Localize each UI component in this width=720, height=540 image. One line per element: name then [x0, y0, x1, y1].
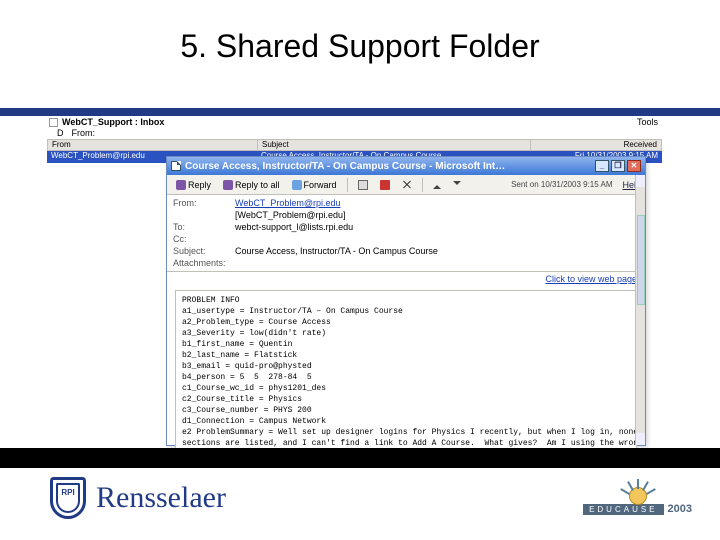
- forward-icon: [292, 180, 302, 190]
- reply-all-label: Reply to all: [235, 180, 280, 190]
- from-address[interactable]: WebCT_Problem@rpi.edu: [235, 198, 341, 208]
- cc-value: [235, 233, 639, 245]
- outlook-titlebar: WebCT_Support : Inbox Tools: [47, 116, 662, 128]
- outlook-title: WebCT_Support : Inbox: [62, 117, 164, 127]
- arrow-down-icon: [453, 181, 461, 189]
- print-button[interactable]: [353, 178, 373, 192]
- page-icon: [171, 161, 181, 171]
- flag-icon: [380, 180, 390, 190]
- body-line: c3_Course_number = PHYS 200: [182, 405, 630, 416]
- body-line: c2_Course_title = Physics: [182, 394, 630, 405]
- minimize-button[interactable]: _: [595, 160, 609, 172]
- maximize-button[interactable]: ❐: [611, 160, 625, 172]
- rensselaer-logo: RPI Rensselaer: [50, 477, 226, 519]
- col-header-received[interactable]: Received: [531, 140, 661, 150]
- to-value: webct-support_l@lists.rpi.edu: [235, 221, 639, 233]
- toolbar-separator: [347, 178, 348, 192]
- delete-icon: [402, 180, 412, 190]
- message-body[interactable]: PROBLEM INFOa1_usertype = Instructor/TA …: [175, 290, 637, 458]
- shield-icon: RPI: [50, 477, 86, 519]
- reply-all-button[interactable]: Reply to all: [218, 178, 285, 192]
- forward-button[interactable]: Forward: [287, 178, 342, 192]
- message-window: Course Access, Instructor/TA - On Campus…: [166, 156, 646, 446]
- divider-top: [0, 108, 720, 116]
- forward-label: Forward: [304, 180, 337, 190]
- message-toolbar: Reply Reply to all Forward Sent on 10/31…: [167, 175, 645, 195]
- message-header: From: WebCT_Problem@rpi.edu [WebCT_Probl…: [167, 195, 645, 272]
- outlook-tools-label[interactable]: Tools: [637, 117, 658, 127]
- toolbar-separator: [422, 178, 423, 192]
- sent-timestamp: Sent on 10/31/2003 9:15 AM: [511, 180, 612, 189]
- close-button[interactable]: ✕: [627, 160, 641, 172]
- message-titlebar[interactable]: Course Access, Instructor/TA - On Campus…: [167, 157, 645, 175]
- prev-button[interactable]: [428, 179, 446, 191]
- body-line: b3_email = quid-pro@physted: [182, 361, 630, 372]
- scroll-up-button[interactable]: [636, 175, 645, 187]
- slide-title: 5. Shared Support Folder: [0, 28, 720, 65]
- body-line: d1_Connection = Campus Network: [182, 416, 630, 427]
- attachments-value: [235, 257, 639, 269]
- reply-button[interactable]: Reply: [171, 178, 216, 192]
- attachments-label: Attachments:: [173, 257, 235, 269]
- delete-button[interactable]: [397, 178, 417, 192]
- subject-value: Course Access, Instructor/TA - On Campus…: [235, 245, 639, 257]
- scroll-thumb[interactable]: [637, 215, 645, 305]
- rensselaer-wordmark: Rensselaer: [96, 481, 226, 515]
- message-title: Course Access, Instructor/TA - On Campus…: [185, 161, 505, 172]
- body-line: PROBLEM INFO: [182, 295, 630, 306]
- educause-year: 2003: [668, 503, 692, 515]
- app-icon: [49, 118, 58, 127]
- message-list-header: From Subject Received: [47, 139, 662, 151]
- body-line: a3_Severity = low(didn't rate): [182, 328, 630, 339]
- window-scrollbar[interactable]: [635, 175, 645, 445]
- body-line: a2_Problem_type = Course Access: [182, 317, 630, 328]
- arrow-up-icon: [433, 181, 441, 189]
- flag-button[interactable]: [375, 178, 395, 192]
- cc-label: Cc:: [173, 233, 235, 245]
- next-button[interactable]: [448, 179, 466, 191]
- print-icon: [358, 180, 368, 190]
- body-line: b1_first_name = Quentin: [182, 339, 630, 350]
- body-line: b4_person = 5 5 278-84 5: [182, 372, 630, 383]
- body-line: c1_Course_wc_id = phys1201_des: [182, 383, 630, 394]
- outlook-menubar: D From:: [47, 128, 662, 139]
- to-label: To:: [173, 221, 235, 233]
- slide-footer: RPI Rensselaer EDUCAUSE 2003: [0, 468, 720, 528]
- col-header-subject[interactable]: Subject: [258, 140, 531, 150]
- col-header-from[interactable]: From: [48, 140, 258, 150]
- body-line: e2 ProblemSummary = Well set up designer…: [182, 427, 630, 438]
- reply-icon: [176, 180, 186, 190]
- menu-item[interactable]: From:: [72, 128, 96, 138]
- from-label: From:: [173, 197, 235, 209]
- reply-all-icon: [223, 180, 233, 190]
- body-line: b2_last_name = Flatstick: [182, 350, 630, 361]
- reply-label: Reply: [188, 180, 211, 190]
- subject-label: Subject:: [173, 245, 235, 257]
- educause-logo: EDUCAUSE 2003: [583, 481, 692, 515]
- view-web-page-link[interactable]: Click to view web page: [167, 272, 645, 286]
- educause-band: EDUCAUSE: [583, 504, 663, 515]
- scroll-down-button[interactable]: [636, 433, 645, 445]
- from-address-raw: [WebCT_Problem@rpi.edu]: [235, 209, 639, 221]
- divider-bottom: [0, 448, 720, 468]
- body-line: a1_usertype = Instructor/TA – On Campus …: [182, 306, 630, 317]
- menu-item[interactable]: D: [57, 128, 64, 138]
- sun-icon: [608, 481, 668, 505]
